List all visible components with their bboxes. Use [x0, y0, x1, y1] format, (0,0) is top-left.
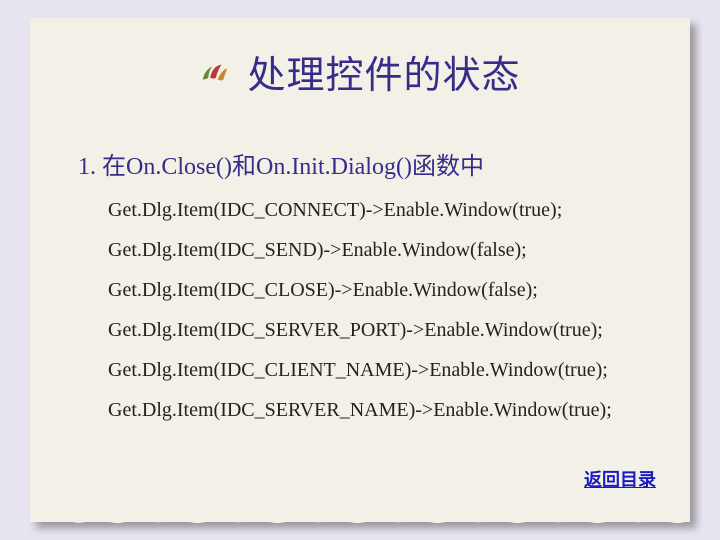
- slide: 处理控件的状态 1. 在On.Close()和On.Init.Dialog()函…: [0, 0, 720, 540]
- title-row: 处理控件的状态: [30, 44, 690, 99]
- title-inner: 处理控件的状态: [199, 44, 520, 99]
- code-line: Get.Dlg.Item(IDC_SERVER_PORT)->Enable.Wi…: [108, 310, 678, 350]
- code-line: Get.Dlg.Item(IDC_SEND)->Enable.Window(fa…: [108, 230, 678, 270]
- paper-panel: 处理控件的状态 1. 在On.Close()和On.Init.Dialog()函…: [30, 18, 690, 522]
- code-line: Get.Dlg.Item(IDC_CLIENT_NAME)->Enable.Wi…: [108, 350, 678, 390]
- section-heading: 1. 在On.Close()和On.Init.Dialog()函数中: [78, 146, 484, 181]
- code-line: Get.Dlg.Item(IDC_CONNECT)->Enable.Window…: [108, 190, 678, 230]
- code-list: Get.Dlg.Item(IDC_CONNECT)->Enable.Window…: [108, 190, 678, 430]
- code-line: Get.Dlg.Item(IDC_SERVER_NAME)->Enable.Wi…: [108, 390, 678, 430]
- leaf-bullet-icon: [199, 57, 229, 87]
- return-to-toc-link[interactable]: 返回目录: [584, 466, 656, 492]
- decorative-torn-edge-top: [30, 16, 690, 26]
- slide-title: 处理控件的状态: [247, 44, 520, 99]
- code-line: Get.Dlg.Item(IDC_CLOSE)->Enable.Window(f…: [108, 270, 678, 310]
- decorative-torn-edge-bottom: [30, 514, 690, 524]
